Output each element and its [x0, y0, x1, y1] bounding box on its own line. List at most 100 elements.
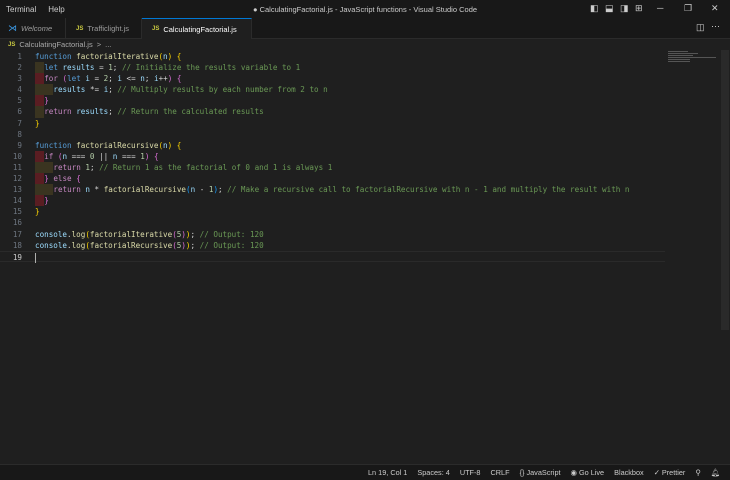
code-token: ; [112, 63, 122, 73]
code-token: { [76, 174, 81, 184]
tab-welcome[interactable]: ⋊ Welcome [0, 18, 66, 39]
line-number: 14 [12, 196, 22, 206]
code-token: ; [108, 85, 118, 95]
tab-calculatingfactorial[interactable]: JS CalculatingFactorial.js [142, 18, 252, 39]
breadcrumb-symbols[interactable]: ... [105, 40, 111, 49]
code-token: === [117, 151, 141, 161]
code-token: // Output: 120 [199, 229, 264, 239]
code-line[interactable]: 15} [0, 206, 665, 217]
code-token: = [89, 74, 104, 84]
code-line[interactable]: 13 return n * factorialRecursive(n - 1); … [0, 184, 665, 196]
code-token: { [176, 74, 182, 84]
code-token: } [35, 118, 40, 128]
toggle-sidebar-icon[interactable]: ◧ [590, 3, 599, 14]
close-icon[interactable]: ✕ [711, 3, 719, 14]
code-token: factorialRecursive [76, 140, 159, 150]
toggle-secondary-sidebar-icon[interactable]: ◨ [620, 3, 629, 14]
code-token: // Make a recursive call to factorialRec… [227, 185, 630, 195]
code-token: function [35, 140, 77, 150]
prettier-button[interactable]: ✓ Prettier [654, 468, 686, 477]
code-token: ; [218, 185, 228, 195]
code-token: factorialRecursive [103, 185, 186, 195]
go-live-label: Go Live [578, 468, 605, 477]
code-token: = [94, 63, 109, 73]
menu-terminal[interactable]: Terminal [0, 5, 42, 14]
code-token: console [35, 240, 68, 250]
code-token: factorialIterative [76, 52, 159, 61]
code-token: *= [85, 85, 104, 95]
code-token: else [53, 174, 77, 184]
indent-guide [35, 73, 45, 85]
go-live-button[interactable]: ◉ Go Live [571, 468, 605, 477]
code-line[interactable]: 16 [0, 217, 665, 228]
indent-guide [44, 161, 54, 174]
code-line[interactable]: 9 function factorialRecursive(n) { [0, 140, 665, 151]
code-token: factorialIterative [89, 229, 173, 239]
vertical-scrollbar[interactable] [721, 50, 729, 330]
code-token: log [71, 240, 86, 250]
more-actions-icon[interactable]: ⋯ [711, 21, 720, 32]
code-line[interactable]: 7} [0, 118, 665, 129]
line-number: 12 [12, 174, 22, 184]
code-line[interactable]: 6 return results; // Return the calculate… [0, 106, 665, 118]
menu-help[interactable]: Help [42, 5, 70, 14]
blackbox-button[interactable]: Blackbox [614, 468, 644, 477]
code-token: console [35, 229, 68, 239]
title-bar: Terminal Help ● CalculatingFactorial.js … [0, 0, 730, 18]
code-line[interactable]: 14} [0, 195, 665, 207]
code-token: } [44, 96, 49, 106]
code-token: // Initialize the results variable to 1 [121, 63, 301, 73]
language-mode[interactable]: {} JavaScript [520, 468, 561, 477]
code-line[interactable]: 18 console. log(factorialRecursive(5)); //… [0, 240, 665, 251]
customize-layout-icon[interactable]: ⊞ [635, 3, 643, 14]
accounts-icon[interactable]: ⚲ [695, 468, 700, 477]
js-icon: JS [76, 25, 84, 32]
line-number: 19 [12, 252, 22, 262]
line-number: 8 [17, 129, 22, 139]
indent-guide [35, 173, 45, 185]
code-token: } [44, 196, 49, 206]
code-line[interactable]: 5} [0, 95, 665, 107]
code-line[interactable]: 1 function factorialIterative(n) { [0, 51, 665, 62]
line-number: 3 [17, 74, 22, 84]
tab-trafficlight[interactable]: JS Trafficlight.js [66, 18, 142, 39]
tab-label: Welcome [21, 24, 53, 33]
code-line[interactable]: 3 for (let i = 2; i <= n; i ++) { [0, 73, 665, 85]
code-line[interactable]: 12} else { [0, 173, 665, 185]
code-line[interactable]: 4 results *= i; // Multiply results by ea… [0, 84, 665, 96]
indent-guide [35, 106, 45, 118]
code-line[interactable]: 2 let results = 1; // Initialize the resu… [0, 62, 665, 74]
minimize-icon[interactable]: ─ [657, 3, 663, 13]
code-line[interactable]: 10 if (n === 0 || n === 1) { [0, 150, 665, 162]
indent-guide [44, 184, 54, 196]
code-token: { [176, 52, 182, 61]
code-token: let [44, 63, 63, 73]
breadcrumb-file[interactable]: CalculatingFactorial.js [19, 40, 92, 49]
notifications-icon[interactable]: 🔔︎ [711, 468, 720, 477]
code-token: factorialRecursive [89, 240, 173, 250]
code-editor[interactable]: 1 function factorialIterative(n) {2 let re… [0, 51, 665, 263]
line-number: 9 [17, 140, 22, 150]
cursor-position[interactable]: Ln 19, Col 1 [368, 468, 407, 477]
code-token: ; [190, 240, 200, 250]
breadcrumb-separator: > [96, 40, 102, 49]
code-line[interactable]: 17 console. log(factorialIterative(5)); //… [0, 229, 665, 240]
code-line[interactable]: 19 [0, 250, 665, 263]
restore-icon[interactable]: ❐ [684, 3, 692, 14]
code-token: { [176, 140, 182, 150]
vscode-icon: ⋊ [8, 23, 17, 33]
line-number: 7 [17, 118, 22, 128]
code-line[interactable]: 11 return 1; // Return 1 as the factorial… [0, 161, 665, 174]
code-token: return [44, 107, 77, 117]
code-token: return [53, 162, 86, 172]
code-line[interactable]: 8 [0, 129, 665, 140]
toggle-panel-icon[interactable]: ⬓ [605, 3, 614, 14]
minimap[interactable] [668, 50, 718, 70]
split-editor-icon[interactable]: ◫ [696, 22, 705, 33]
encoding[interactable]: UTF-8 [460, 468, 481, 477]
line-ending[interactable]: CRLF [491, 468, 510, 477]
indent-guide [44, 84, 54, 96]
line-number: 1 [17, 52, 22, 61]
indentation[interactable]: Spaces: 4 [417, 468, 449, 477]
editor-tabs: ⋊ Welcome JS Trafficlight.js JS Calculat… [0, 18, 730, 39]
